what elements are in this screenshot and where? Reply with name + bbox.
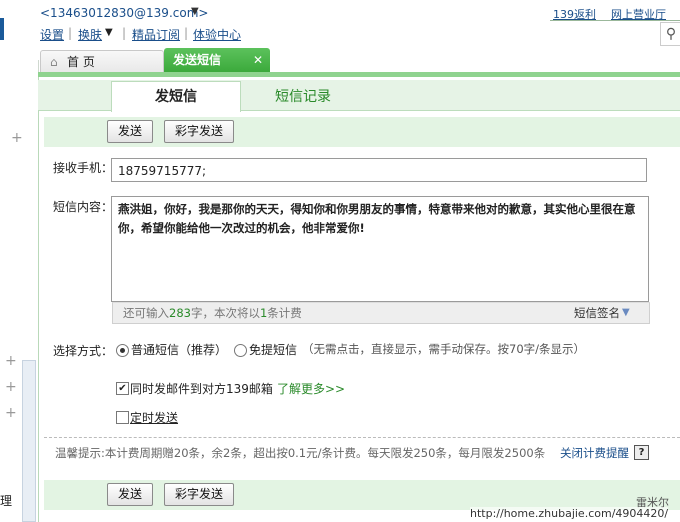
- plus-icon[interactable]: +: [5, 353, 17, 369]
- learn-more-link[interactable]: 了解更多>>: [277, 380, 345, 397]
- radio-free-label: 免提短信: [249, 343, 298, 357]
- recipient-input[interactable]: 18759715777;: [111, 158, 647, 182]
- send-button[interactable]: 发送: [107, 483, 153, 506]
- subtab-sms-history[interactable]: 短信记录: [275, 86, 331, 106]
- sync-email-checkbox[interactable]: ✔: [116, 382, 129, 395]
- color-send-button[interactable]: 彩字发送: [164, 120, 234, 143]
- nav-experience[interactable]: 体验中心: [193, 26, 241, 43]
- left-sidebar: + + + + 理: [0, 60, 39, 522]
- subtab-send-sms[interactable]: 发短信: [111, 81, 241, 112]
- plus-icon[interactable]: +: [11, 130, 23, 146]
- scheduled-checkbox[interactable]: [116, 411, 129, 424]
- mode-label: 选择方式：: [53, 344, 114, 358]
- tab-home[interactable]: ⌂ 首 页: [40, 50, 164, 73]
- home-icon: ⌂: [50, 55, 58, 69]
- plus-icon[interactable]: +: [5, 405, 17, 421]
- char-counter-bar: 还可输入283字，本次将以1条计费 短信签名 ▼: [112, 302, 650, 324]
- content-textarea[interactable]: 燕洪姐，你好，我是那你的天天，得知你和你男朋友的事情，特意带来他对的歉意，其实他…: [111, 196, 649, 302]
- sidebar-item-label: 理: [0, 494, 13, 508]
- signature-dropdown[interactable]: 短信签名: [574, 303, 620, 323]
- search-icon[interactable]: ⚲: [660, 22, 680, 46]
- caret-down-icon[interactable]: ▼: [622, 303, 630, 323]
- divider: [44, 437, 680, 438]
- tab-home-label: 首 页: [67, 55, 95, 69]
- radio-normal-label: 普通短信（推荐）: [131, 343, 228, 357]
- scheduled-label[interactable]: 定时发送: [130, 409, 178, 426]
- char-counter: 还可输入283字，本次将以1条计费: [123, 306, 302, 320]
- caret-down-icon[interactable]: ▼: [105, 27, 113, 38]
- nav-subscriptions[interactable]: 精品订阅: [132, 26, 180, 43]
- scrollbar[interactable]: [22, 360, 36, 522]
- color-send-button[interactable]: 彩字发送: [164, 483, 234, 506]
- billing-tip: 温馨提示:本计费周期赠20条，余2条，超出按0.1元/条计费。每天限发250条，…: [55, 446, 546, 460]
- free-sms-desc: （无需点击，直接显示，需手动保存。按70字/条显示）: [302, 342, 586, 356]
- tab-send-sms[interactable]: 发送短信 ✕: [164, 48, 270, 73]
- radio-normal-sms[interactable]: [116, 344, 129, 357]
- caret-down-icon[interactable]: ▼: [191, 6, 199, 17]
- close-icon[interactable]: ✕: [253, 48, 263, 73]
- help-icon[interactable]: ?: [634, 445, 649, 460]
- account-email: <13463012830@139.com>: [40, 6, 209, 20]
- radio-free-sms[interactable]: [234, 344, 247, 357]
- sync-email-label: 同时发邮件到对方139邮箱: [130, 382, 273, 396]
- nav-skin[interactable]: 换肤: [78, 26, 102, 43]
- divider: [550, 20, 680, 21]
- recipient-label: 接收手机：: [53, 161, 114, 175]
- tab-send-label: 发送短信: [173, 53, 222, 67]
- watermark-url: http://home.zhubajie.com/4904420/: [470, 507, 669, 520]
- brand-logo-strip: [0, 18, 4, 40]
- content-label: 短信内容：: [53, 200, 114, 214]
- close-billing-reminder-link[interactable]: 关闭计费提醒: [560, 445, 629, 461]
- nav-separator: |: [68, 26, 73, 40]
- nav-separator: |: [184, 26, 189, 40]
- plus-icon[interactable]: +: [5, 379, 17, 395]
- nav-settings[interactable]: 设置: [40, 26, 64, 43]
- send-button[interactable]: 发送: [107, 120, 153, 143]
- nav-separator: |: [122, 26, 127, 40]
